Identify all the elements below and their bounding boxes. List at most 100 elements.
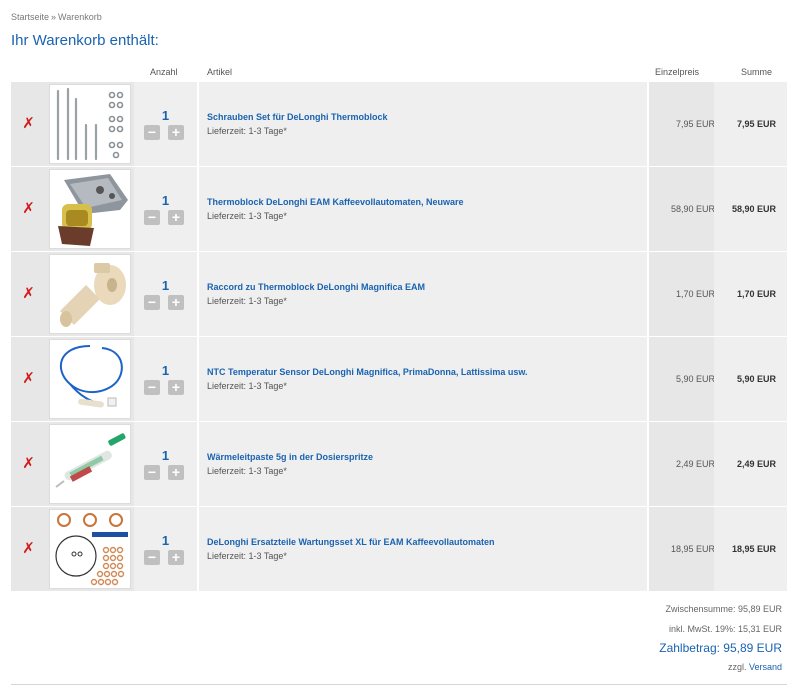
remove-cell: ✗ (11, 252, 46, 336)
quantity-value[interactable]: 1 (134, 108, 197, 123)
cart-row: ✗ 1 − + NTC Temperatur Sensor DeLonghi M… (11, 337, 787, 421)
line-total: 1,70 EUR (736, 289, 776, 299)
article-cell: Thermoblock DeLonghi EAM Kaffeevollautom… (199, 167, 647, 251)
line-total-cell: 5,90 EUR (714, 337, 787, 421)
cart-row: ✗ 1 − + Wärmeleitpaste 5g in der Dosiers… (11, 422, 787, 506)
increase-quantity-button[interactable]: + (168, 125, 184, 140)
shipping-note: zzgl. Versand (728, 662, 782, 672)
decrease-quantity-button[interactable]: − (144, 465, 160, 480)
cart-row: ✗ 1 − + Raccord zu Thermoblock DeLonghi … (11, 252, 787, 336)
shipping-link[interactable]: Versand (749, 662, 782, 672)
unit-price-cell: 5,90 EUR (649, 337, 721, 421)
breadcrumb-separator: » (51, 12, 57, 22)
remove-cell: ✗ (11, 507, 46, 591)
remove-item-icon[interactable]: ✗ (11, 456, 46, 471)
article-cell: NTC Temperatur Sensor DeLonghi Magnifica… (199, 337, 647, 421)
product-image[interactable] (49, 509, 131, 589)
delivery-time: Lieferzeit: 1-3 Tage* (207, 296, 287, 306)
remove-item-icon[interactable]: ✗ (11, 541, 46, 556)
payable-total: Zahlbetrag: 95,89 EUR (659, 641, 782, 655)
tax-included: inkl. MwSt. 19%: 15,31 EUR (668, 624, 782, 634)
delivery-time: Lieferzeit: 1-3 Tage* (207, 126, 287, 136)
remove-item-icon[interactable]: ✗ (11, 286, 46, 301)
remove-item-icon[interactable]: ✗ (11, 116, 46, 131)
unit-price-cell: 7,95 EUR (649, 82, 721, 166)
image-cell (46, 252, 134, 336)
line-total: 18,95 EUR (731, 544, 776, 554)
unit-price: 58,90 EUR (670, 204, 715, 214)
remove-item-icon[interactable]: ✗ (11, 371, 46, 386)
article-cell: Raccord zu Thermoblock DeLonghi Magnific… (199, 252, 647, 336)
increase-quantity-button[interactable]: + (168, 465, 184, 480)
line-total-cell: 7,95 EUR (714, 82, 787, 166)
product-image[interactable] (49, 169, 131, 249)
article-cell: Wärmeleitpaste 5g in der Dosierspritze L… (199, 422, 647, 506)
column-header-unit-price: Einzelpreis (655, 67, 700, 77)
article-cell: Schrauben Set für DeLonghi Thermoblock L… (199, 82, 647, 166)
unit-price-cell: 58,90 EUR (649, 167, 721, 251)
page-title: Ihr Warenkorb enthält: (11, 32, 159, 49)
remove-cell: ✗ (11, 82, 46, 166)
unit-price: 2,49 EUR (675, 459, 715, 469)
decrease-quantity-button[interactable]: − (144, 210, 160, 225)
product-title-link[interactable]: DeLonghi Ersatzteile Wartungsset XL für … (207, 537, 495, 547)
increase-quantity-button[interactable]: + (168, 210, 184, 225)
quantity-value[interactable]: 1 (134, 278, 197, 293)
ntc-sensor-icon (59, 345, 123, 408)
line-total-cell: 2,49 EUR (714, 422, 787, 506)
product-image[interactable] (49, 424, 131, 504)
product-title-link[interactable]: Thermoblock DeLonghi EAM Kaffeevollautom… (207, 197, 464, 207)
quantity-cell: 1 − + (134, 422, 197, 506)
quantity-value[interactable]: 1 (134, 533, 197, 548)
image-cell (46, 167, 134, 251)
breadcrumb-home-link[interactable]: Startseite (11, 12, 49, 22)
product-image[interactable] (49, 254, 131, 334)
remove-cell: ✗ (11, 422, 46, 506)
decrease-quantity-button[interactable]: − (144, 550, 160, 565)
decrease-quantity-button[interactable]: − (144, 125, 160, 140)
product-title-link[interactable]: NTC Temperatur Sensor DeLonghi Magnifica… (207, 367, 528, 377)
remove-cell: ✗ (11, 167, 46, 251)
image-cell (46, 507, 134, 591)
quantity-value[interactable]: 1 (134, 363, 197, 378)
column-header-quantity: Anzahl (150, 67, 178, 77)
line-total: 5,90 EUR (736, 374, 776, 384)
cart-row: ✗ (11, 507, 787, 591)
product-title-link[interactable]: Schrauben Set für DeLonghi Thermoblock (207, 112, 388, 122)
line-total-cell: 58,90 EUR (714, 167, 787, 251)
remove-item-icon[interactable]: ✗ (11, 201, 46, 216)
unit-price: 5,90 EUR (675, 374, 715, 384)
product-title-link[interactable]: Wärmeleitpaste 5g in der Dosierspritze (207, 452, 373, 462)
product-image[interactable] (49, 339, 131, 419)
delivery-time: Lieferzeit: 1-3 Tage* (207, 211, 287, 221)
quantity-cell: 1 − + (134, 82, 197, 166)
quantity-cell: 1 − + (134, 507, 197, 591)
increase-quantity-button[interactable]: + (168, 380, 184, 395)
increase-quantity-button[interactable]: + (168, 550, 184, 565)
quantity-cell: 1 − + (134, 337, 197, 421)
unit-price: 7,95 EUR (675, 119, 715, 129)
delivery-time: Lieferzeit: 1-3 Tage* (207, 466, 287, 476)
decrease-quantity-button[interactable]: − (144, 295, 160, 310)
cart-row: ✗ 1 − + Thermoblock DeLonghi EAM Kaffeev… (11, 167, 787, 251)
quantity-value[interactable]: 1 (134, 448, 197, 463)
unit-price-cell: 2,49 EUR (649, 422, 721, 506)
delivery-time: Lieferzeit: 1-3 Tage* (207, 381, 287, 391)
column-header-total: Summe (741, 67, 773, 77)
line-total-cell: 1,70 EUR (714, 252, 787, 336)
product-image[interactable] (49, 84, 131, 164)
subtotal: Zwischensumme: 95,89 EUR (665, 604, 782, 614)
cart-page: Startseite» Warenkorb Ihr Warenkorb enthä… (0, 0, 800, 687)
quantity-value[interactable]: 1 (134, 193, 197, 208)
image-cell (46, 337, 134, 421)
decrease-quantity-button[interactable]: − (144, 380, 160, 395)
product-title-link[interactable]: Raccord zu Thermoblock DeLonghi Magnific… (207, 282, 425, 292)
line-total: 7,95 EUR (736, 119, 776, 129)
quantity-cell: 1 − + (134, 167, 197, 251)
increase-quantity-button[interactable]: + (168, 295, 184, 310)
delivery-time: Lieferzeit: 1-3 Tage* (207, 551, 287, 561)
divider (11, 684, 787, 685)
unit-price-cell: 1,70 EUR (649, 252, 721, 336)
image-cell (46, 82, 134, 166)
line-total: 58,90 EUR (731, 204, 776, 214)
